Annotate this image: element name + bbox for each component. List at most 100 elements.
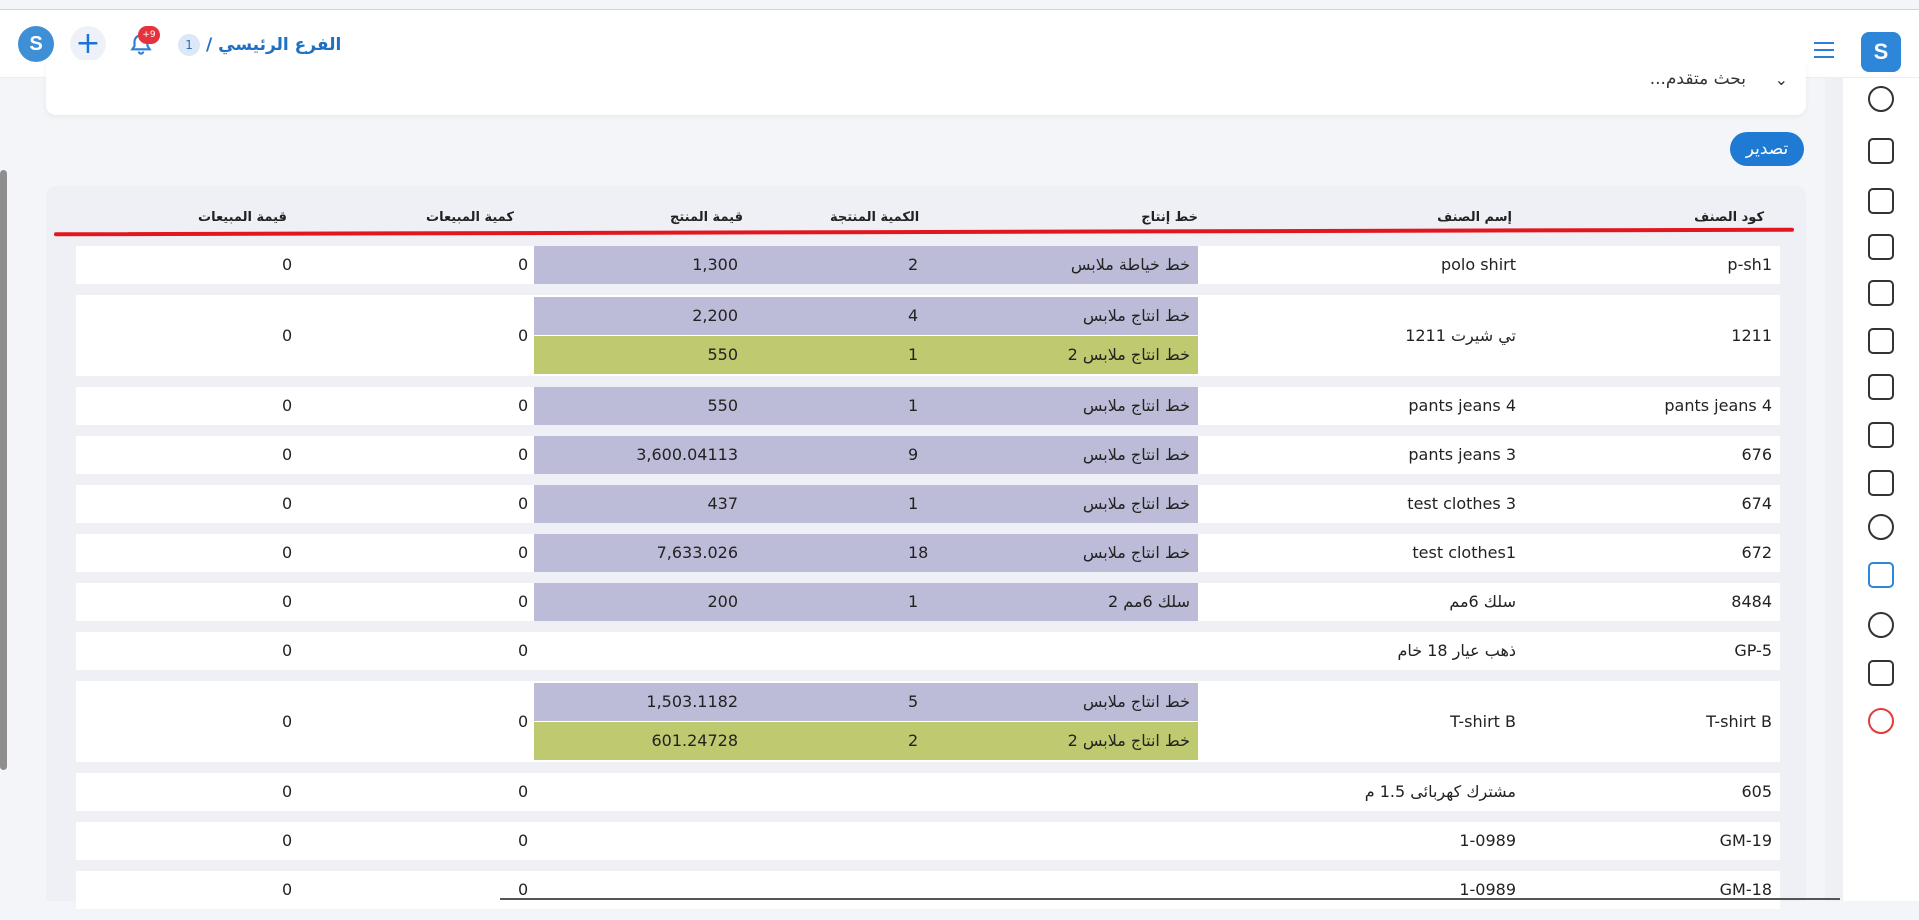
item-name: 1-0989	[1459, 880, 1516, 899]
sales-value: 0	[282, 592, 293, 611]
sales-qty: 0	[518, 641, 529, 660]
brand-logo-icon[interactable]: S	[1861, 32, 1901, 72]
header-sales-qty[interactable]: كمية المبيعات	[426, 210, 514, 225]
export-button[interactable]: تصدير	[1730, 132, 1804, 166]
item-name: pants jeans 3	[1408, 445, 1516, 464]
table-row[interactable]: T-shirt B T-shirt B 0 0 خط انتاج ملابس 5 1,503…	[76, 681, 1780, 762]
hamburger-menu-icon[interactable]	[1814, 42, 1834, 63]
produced-qty: 1	[908, 345, 919, 364]
header-item-code[interactable]: كود الصنف	[1694, 210, 1764, 225]
produced-qty: 1	[908, 396, 919, 415]
produced-qty: 9	[908, 445, 919, 464]
production-line-entry: خط انتاج ملابس 2 2 601.24728	[534, 722, 1198, 760]
table-row[interactable]: pants jeans 4 pants jeans 4 0 0 خط انتاج ملا…	[76, 387, 1780, 425]
production-line-entry: خط انتاج ملابس 1 437	[534, 485, 1198, 523]
table-row[interactable]: 605 مشترك كهربائى 1.5 م 0 0	[76, 773, 1780, 811]
item-code: 1211	[1731, 325, 1772, 345]
production-line-name: خط انتاج ملابس	[1082, 543, 1190, 562]
product-value: 601.24728	[651, 731, 738, 750]
item-code: GP-5	[1734, 641, 1772, 660]
production-line-entry: سلك 6مم 2 1 200	[534, 583, 1198, 621]
header-produced-qty[interactable]: الكمية المنتجة	[830, 210, 919, 225]
refresh-icon[interactable]	[1868, 514, 1894, 540]
item-name: T-shirt B	[1450, 711, 1516, 731]
inventory-icon[interactable]	[1868, 188, 1894, 214]
sidebar	[1843, 78, 1919, 901]
sales-qty: 0	[518, 494, 529, 513]
sales-qty: 0	[518, 543, 529, 562]
sales-qty: 0	[518, 445, 529, 464]
advanced-search-toggle[interactable]: بحث متقدم...	[1650, 69, 1746, 89]
screen-icon[interactable]	[1868, 660, 1894, 686]
branch-selector[interactable]: 1 الفرع الرئيسي /	[178, 30, 341, 60]
production-line-entry: خط انتاج ملابس 4 2,200	[534, 297, 1198, 335]
production-line-entry: خط انتاج ملابس 2 1 550	[534, 336, 1198, 374]
document-icon[interactable]	[1868, 328, 1894, 354]
gear-icon[interactable]	[1868, 612, 1894, 638]
table-row[interactable]: 676 pants jeans 3 0 0 خط انتاج ملابس 9 3,600.0…	[76, 436, 1780, 474]
item-code: 672	[1741, 543, 1772, 562]
sales-qty: 0	[518, 880, 529, 899]
store-icon[interactable]	[1868, 138, 1894, 164]
branch-name: الفرع الرئيسي /	[206, 35, 342, 55]
chevron-down-icon[interactable]: ⌄	[1775, 70, 1788, 89]
app-logo-icon[interactable]: S	[18, 26, 54, 62]
content-scroll-track	[1825, 78, 1843, 901]
dashboard-icon[interactable]	[1868, 86, 1894, 112]
production-line-entry: خط خياطة ملابس 2 1,300	[534, 246, 1198, 284]
produced-qty: 4	[908, 306, 919, 325]
product-value: 2,200	[692, 306, 738, 325]
table-row[interactable]: GM-19 1-0989 0 0	[76, 822, 1780, 860]
header-item-name[interactable]: إسم الصنف	[1437, 210, 1512, 225]
item-name: test clothes 3	[1407, 494, 1516, 513]
produced-qty: 5	[908, 692, 919, 711]
document-check-icon[interactable]	[1868, 422, 1894, 448]
production-line-name: خط خياطة ملابس	[1070, 255, 1190, 274]
table-row[interactable]: GM-18 1-0989 0 0	[76, 871, 1780, 909]
notifications-bell-icon[interactable]: +9	[128, 26, 160, 60]
add-button[interactable]: +	[70, 26, 106, 62]
item-code: T-shirt B	[1706, 711, 1772, 731]
production-line-name: خط انتاج ملابس	[1082, 306, 1190, 325]
power-icon[interactable]	[1868, 708, 1894, 734]
item-name: pants jeans 4	[1408, 396, 1516, 415]
production-line-name: خط انتاج ملابس	[1082, 692, 1190, 711]
sales-qty: 0	[518, 831, 529, 850]
document-money-icon[interactable]	[1868, 280, 1894, 306]
produced-qty: 1	[908, 592, 919, 611]
advanced-search-panel: ⌄ بحث متقدم...	[46, 60, 1806, 115]
production-line-entry: خط انتاج ملابس 1 550	[534, 387, 1198, 425]
sales-qty: 0	[518, 255, 529, 274]
table-row[interactable]: 672 test clothes1 0 0 خط انتاج ملابس 18 7,633.…	[76, 534, 1780, 572]
table-row[interactable]: 8484 سلك 6مم 0 0 سلك 6مم 2 1 200	[76, 583, 1780, 621]
table-row[interactable]: GP-5 ذهب عيار 18 خام 0 0	[76, 632, 1780, 670]
item-name: سلك 6مم	[1449, 592, 1516, 611]
product-value: 200	[707, 592, 738, 611]
columns-icon[interactable]	[1868, 234, 1894, 260]
table-row[interactable]: 674 test clothes 3 0 0 خط انتاج ملابس 1 437	[76, 485, 1780, 523]
produced-qty: 2	[908, 255, 919, 274]
item-code: 605	[1741, 782, 1772, 801]
product-value: 3,600.04113	[636, 445, 738, 464]
produced-qty: 18	[908, 543, 929, 562]
sales-qty: 0	[518, 592, 529, 611]
sales-value: 0	[282, 445, 293, 464]
page-scrollbar[interactable]	[0, 170, 7, 770]
transfer-icon[interactable]	[1868, 470, 1894, 496]
layout-icon[interactable]	[1868, 562, 1894, 588]
header-sales-value[interactable]: قيمة المبيعات	[198, 210, 287, 225]
sales-qty: 0	[518, 325, 529, 345]
item-code: 676	[1741, 445, 1772, 464]
production-line-name: خط انتاج ملابس 2	[1067, 731, 1190, 750]
header-product-value[interactable]: قيمة المنتج	[670, 210, 743, 225]
table-row[interactable]: 1211 تي شيرت 1211 0 0 خط انتاج ملابس 4 2,200 خط…	[76, 295, 1780, 376]
product-value: 550	[707, 345, 738, 364]
production-line-entry: خط انتاج ملابس 5 1,503.1182	[534, 683, 1198, 721]
table-row[interactable]: p-sh1 polo shirt 0 0 خط خياطة ملابس 2 1,300	[76, 246, 1780, 284]
production-line-entry: خط انتاج ملابس 18 7,633.026	[534, 534, 1198, 572]
header-production-line[interactable]: خط إنتاج	[1141, 210, 1198, 225]
box-document-icon[interactable]	[1868, 374, 1894, 400]
item-code: GM-19	[1719, 831, 1772, 850]
production-line-name: خط انتاج ملابس	[1082, 494, 1190, 513]
item-code: GM-18	[1719, 880, 1772, 899]
